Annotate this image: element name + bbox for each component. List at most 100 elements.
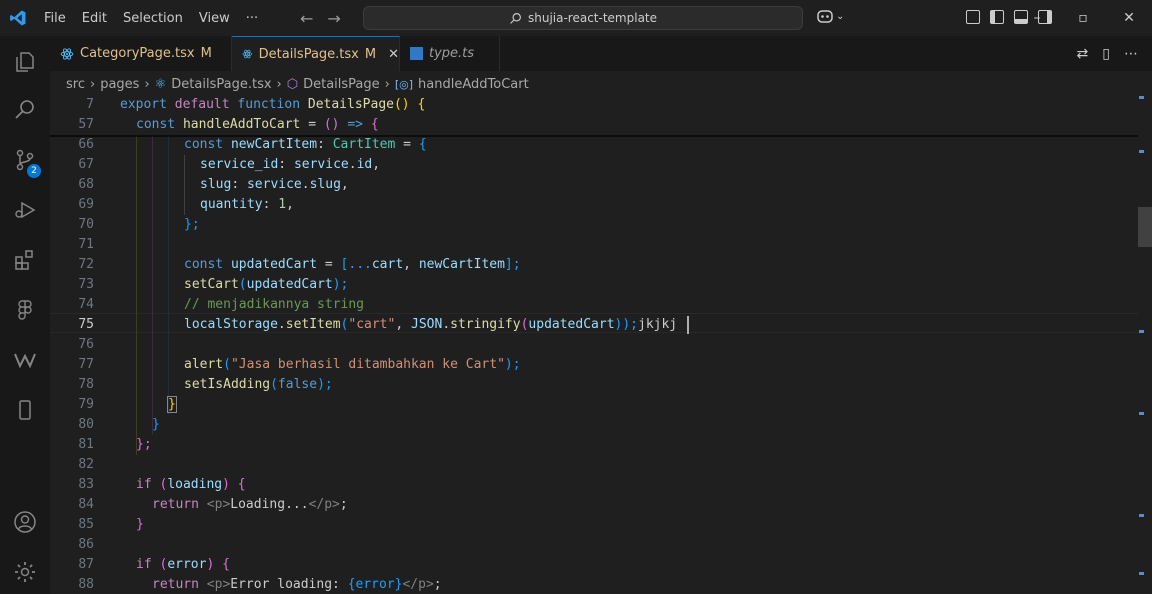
breadcrumb-component[interactable]: DetailsPage <box>303 77 380 92</box>
code-line: 73 setCart(updatedCart); <box>78 277 349 292</box>
breadcrumb-pages[interactable]: pages <box>100 77 139 92</box>
code-line: 87 if (error) { <box>78 557 230 572</box>
extensions-icon[interactable] <box>0 240 50 280</box>
menu-selection[interactable]: Selection <box>115 11 191 26</box>
back-arrow-icon[interactable]: ← <box>300 9 313 28</box>
editor-tabs: CategoryPage.tsx M DetailsPage.tsx M ✕ t… <box>50 36 1152 71</box>
source-control-icon[interactable]: 2 <box>0 140 50 180</box>
code-line: 81}; <box>78 437 152 452</box>
tab-details-page[interactable]: DetailsPage.tsx M ✕ <box>232 36 400 71</box>
breadcrumb: src › pages › ⚛ DetailsPage.tsx › ⬡ Deta… <box>50 71 1152 97</box>
minimize-icon[interactable]: – <box>1014 10 1060 26</box>
chevron-right-icon: › <box>276 76 282 92</box>
chevron-right-icon: › <box>89 76 96 92</box>
code-line: 68 slug: service.slug, <box>78 177 349 192</box>
tab-label: type.ts <box>429 46 475 61</box>
close-icon[interactable]: ✕ <box>1106 10 1152 26</box>
chevron-right-icon: › <box>144 76 150 92</box>
overview-ruler-mark <box>1139 572 1144 575</box>
code-line: 66 const newCartItem: CartItem = { <box>78 137 427 152</box>
code-line: 74// menjadikannya string <box>78 297 365 312</box>
toggle-primary-sidebar-icon[interactable] <box>990 10 1004 24</box>
react-file-icon <box>242 49 253 59</box>
overview-ruler-mark <box>1139 330 1144 333</box>
overview-ruler-mark <box>1139 412 1144 415</box>
method-icon: [◎] <box>394 77 414 91</box>
code-line: 71 <box>78 237 94 252</box>
overview-ruler-mark <box>1139 96 1144 99</box>
chevron-right-icon: › <box>384 76 390 92</box>
code-line: 86 <box>78 537 94 552</box>
code-line: 72 const updatedCart = [...cart, newCartI… <box>78 257 521 272</box>
code-line: 79} <box>78 396 177 413</box>
search-view-icon[interactable] <box>0 90 50 130</box>
gear-icon[interactable] <box>0 552 50 592</box>
restore-icon[interactable]: ▫ <box>1060 10 1106 26</box>
vscode-logo-icon <box>0 0 36 36</box>
sticky-scroll-divider <box>50 135 1138 137</box>
tab-type-ts[interactable]: type.ts <box>400 36 500 71</box>
code-line: 80} <box>78 417 160 432</box>
copilot-icon <box>817 10 833 23</box>
split-editor-icon[interactable]: ▯ <box>1102 46 1110 62</box>
code-line: 76 <box>78 337 94 352</box>
source-control-badge: 2 <box>27 164 41 178</box>
navigation-arrows: ← → <box>300 0 341 36</box>
editor-actions: ⇄ ▯ ⋯ <box>1077 46 1138 62</box>
tab-label: DetailsPage.tsx <box>258 46 359 62</box>
copilot-menu[interactable]: ⌄ <box>816 8 844 24</box>
code-line: 67 service_id: service.id, <box>78 157 381 172</box>
window-controls: – ▫ ✕ <box>1014 0 1152 36</box>
menu-file[interactable]: File <box>36 11 74 26</box>
menu-more[interactable]: ··· <box>238 11 266 26</box>
cube-icon: ⬡ <box>286 76 299 92</box>
code-line: 77 alert("Jasa berhasil ditambahkan ke Ca… <box>78 357 521 372</box>
customize-layout-icon[interactable] <box>966 10 980 24</box>
tab-label: CategoryPage.tsx <box>80 46 195 61</box>
breadcrumb-method[interactable]: handleAddToCart <box>418 77 529 92</box>
modified-indicator: M <box>200 46 212 61</box>
chevron-down-icon: ⌄ <box>836 10 845 22</box>
wallaby-icon[interactable] <box>0 340 50 380</box>
explorer-icon[interactable] <box>0 42 50 82</box>
more-actions-icon[interactable]: ⋯ <box>1124 46 1138 62</box>
menu-bar: File Edit Selection View ··· <box>36 11 266 26</box>
react-file-icon <box>60 47 74 60</box>
compare-changes-icon[interactable]: ⇄ <box>1077 46 1089 62</box>
code-editor[interactable]: 7 export default function DetailsPage() {… <box>50 95 1138 594</box>
editor-scrollbar[interactable] <box>1138 95 1152 594</box>
code-line: 84 return <p>Loading...</p>; <box>78 497 348 512</box>
overview-ruler-mark <box>1139 514 1144 517</box>
react-file-icon: ⚛ <box>154 76 167 92</box>
forward-arrow-icon[interactable]: → <box>327 9 340 28</box>
code-line: 88 return <p>Error loading: {error}</p>; <box>78 577 442 592</box>
code-line: 69 quantity: 1, <box>78 197 294 212</box>
account-icon[interactable] <box>0 502 50 542</box>
run-debug-icon[interactable] <box>0 190 50 230</box>
text-cursor <box>687 316 689 334</box>
code-line: 83 if (loading) { <box>78 477 246 492</box>
code-line: 78 setIsAdding(false); <box>78 377 333 392</box>
menu-edit[interactable]: Edit <box>74 11 115 26</box>
search-text: shujia-react-template <box>527 11 658 25</box>
breadcrumb-src[interactable]: src <box>66 77 85 92</box>
breadcrumb-file[interactable]: DetailsPage.tsx <box>171 77 271 92</box>
code-line: 75 localStorage.setItem("cart", JSON.stri… <box>78 317 678 332</box>
search-icon <box>510 12 521 24</box>
scrollbar-thumb[interactable] <box>1138 207 1152 247</box>
modified-indicator: M <box>364 46 377 62</box>
code-line: 7 export default function DetailsPage() { <box>86 97 426 112</box>
tab-category-page[interactable]: CategoryPage.tsx M <box>50 36 232 71</box>
figma-icon[interactable] <box>0 290 50 330</box>
code-line: 70}; <box>78 217 200 232</box>
typescript-file-icon <box>410 47 423 60</box>
code-line: 82 <box>78 457 94 472</box>
close-tab-icon[interactable]: ✕ <box>388 47 399 62</box>
title-bar: File Edit Selection View ··· ← → shujia-… <box>0 0 1152 36</box>
menu-view[interactable]: View <box>191 11 238 26</box>
code-line: 85} <box>78 517 144 532</box>
command-center-search[interactable]: shujia-react-template <box>363 6 803 30</box>
code-line: 57 const handleAddToCart = () => { <box>78 117 379 132</box>
overview-ruler-mark <box>1139 150 1144 153</box>
device-icon[interactable] <box>0 390 50 430</box>
